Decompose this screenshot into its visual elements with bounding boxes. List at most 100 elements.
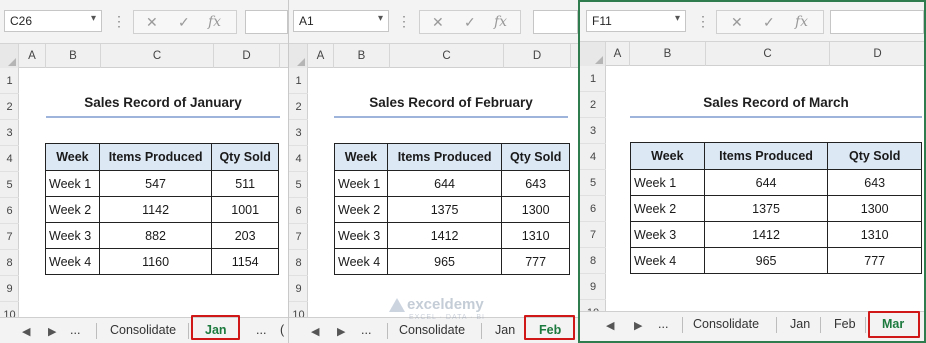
enter-icon[interactable]: ✓ <box>464 14 476 31</box>
column-header-b[interactable]: B <box>334 44 390 68</box>
row-header[interactable]: 9 <box>289 276 308 302</box>
header-week[interactable]: Week <box>45 143 100 171</box>
cell[interactable]: Week 4 <box>334 248 388 275</box>
header-items-produced[interactable]: Items Produced <box>386 143 503 171</box>
scroll-tabs-left-icon[interactable]: ◀ <box>22 325 30 338</box>
row-header[interactable]: 1 <box>289 68 308 94</box>
row-header[interactable]: 9 <box>0 276 19 302</box>
column-header-d[interactable]: D <box>214 44 280 68</box>
sheet-grid[interactable]: Sales Record of March Week Items Produce… <box>606 66 924 315</box>
cell[interactable]: Week 3 <box>45 222 100 249</box>
function-icon[interactable]: fx <box>208 14 221 30</box>
column-header-a[interactable]: A <box>606 42 630 66</box>
column-header-b[interactable]: B <box>46 44 101 68</box>
row-header[interactable]: 2 <box>580 92 606 118</box>
row-header[interactable]: 4 <box>289 146 308 172</box>
cell[interactable]: 644 <box>703 169 829 196</box>
row-header[interactable]: 7 <box>0 224 19 250</box>
row-header[interactable]: 5 <box>580 170 606 196</box>
tab-consolidate[interactable]: Consolidate <box>693 317 759 331</box>
cell[interactable]: Week 4 <box>630 247 705 274</box>
sheet-grid[interactable]: Sales Record of January Week Items Produ… <box>19 68 288 317</box>
cell[interactable]: 1375 <box>703 195 829 222</box>
scroll-tabs-right-icon[interactable]: ▶ <box>337 325 345 338</box>
function-icon[interactable]: fx <box>795 14 808 30</box>
name-box[interactable]: C26 ▾ <box>4 10 102 32</box>
enter-icon[interactable]: ✓ <box>763 14 775 31</box>
cell[interactable]: Week 1 <box>45 170 100 197</box>
more-tabs-button[interactable]: ... <box>256 323 266 337</box>
row-header[interactable]: 1 <box>580 66 606 92</box>
select-all-corner[interactable] <box>580 42 606 66</box>
tab-feb[interactable]: Feb <box>834 317 856 331</box>
cell[interactable]: Week 3 <box>630 221 705 248</box>
select-all-corner[interactable] <box>289 44 308 68</box>
chevron-down-icon[interactable]: ▾ <box>91 13 96 24</box>
row-header[interactable]: 3 <box>0 120 19 146</box>
cell[interactable]: 1160 <box>98 248 213 275</box>
row-header[interactable]: 1 <box>0 68 19 94</box>
select-all-corner[interactable] <box>0 44 19 68</box>
column-header-b[interactable]: B <box>630 42 706 66</box>
column-header-c[interactable]: C <box>390 44 504 68</box>
function-icon[interactable]: fx <box>494 14 507 30</box>
formula-input[interactable] <box>533 10 578 34</box>
row-header[interactable]: 4 <box>0 146 19 172</box>
cancel-icon[interactable]: ✕ <box>146 14 158 31</box>
cell[interactable]: 1001 <box>211 196 279 223</box>
sheet-grid[interactable]: Sales Record of February Week Items Prod… <box>308 68 578 317</box>
more-icon[interactable]: ⋮ <box>397 13 411 30</box>
column-header-c[interactable]: C <box>706 42 830 66</box>
row-header[interactable]: 3 <box>580 118 606 144</box>
header-week[interactable]: Week <box>334 143 388 171</box>
row-header[interactable]: 6 <box>289 198 308 224</box>
row-header[interactable]: 5 <box>289 172 308 198</box>
more-tabs-button[interactable]: ... <box>70 323 80 337</box>
cell[interactable]: 882 <box>98 222 213 249</box>
cell[interactable]: Week 2 <box>45 196 100 223</box>
row-header[interactable]: 8 <box>0 250 19 276</box>
more-tabs-button[interactable]: ... <box>658 317 668 331</box>
row-header[interactable]: 6 <box>0 198 19 224</box>
row-header[interactable]: 5 <box>0 172 19 198</box>
more-tabs-button[interactable]: ... <box>361 323 371 337</box>
row-header[interactable]: 6 <box>580 196 606 222</box>
row-header[interactable]: 7 <box>289 224 308 250</box>
row-header[interactable]: 7 <box>580 222 606 248</box>
header-items-produced[interactable]: Items Produced <box>703 142 829 170</box>
cell[interactable]: 511 <box>211 170 279 197</box>
row-header[interactable]: 8 <box>289 250 308 276</box>
cell[interactable]: Week 4 <box>45 248 100 275</box>
cell[interactable]: 644 <box>386 170 503 197</box>
cell[interactable]: Week 2 <box>630 195 705 222</box>
scroll-tabs-left-icon[interactable]: ◀ <box>606 319 614 332</box>
cell[interactable]: 777 <box>501 248 570 275</box>
column-header-d[interactable]: D <box>830 42 924 66</box>
header-items-produced[interactable]: Items Produced <box>98 143 213 171</box>
cell[interactable]: 1310 <box>827 221 922 248</box>
cell[interactable]: 547 <box>98 170 213 197</box>
row-header[interactable]: 2 <box>289 94 308 120</box>
header-qty-sold[interactable]: Qty Sold <box>501 143 570 171</box>
cell[interactable]: 777 <box>827 247 922 274</box>
cell[interactable]: 1412 <box>386 222 503 249</box>
cell[interactable]: 643 <box>501 170 570 197</box>
cell[interactable]: Week 2 <box>334 196 388 223</box>
cancel-icon[interactable]: ✕ <box>731 14 743 31</box>
cell[interactable]: 1142 <box>98 196 213 223</box>
column-header-c[interactable]: C <box>101 44 214 68</box>
row-header[interactable]: 4 <box>580 144 606 170</box>
cell[interactable]: Week 1 <box>630 169 705 196</box>
row-header[interactable]: 8 <box>580 248 606 274</box>
cell[interactable]: 643 <box>827 169 922 196</box>
chevron-down-icon[interactable]: ▾ <box>675 13 680 24</box>
more-icon[interactable]: ⋮ <box>112 13 126 30</box>
formula-input[interactable] <box>830 10 924 34</box>
cell[interactable]: 1412 <box>703 221 829 248</box>
cancel-icon[interactable]: ✕ <box>432 14 444 31</box>
cell[interactable]: 965 <box>703 247 829 274</box>
header-week[interactable]: Week <box>630 142 705 170</box>
name-box[interactable]: A1 ▾ <box>293 10 389 32</box>
cell[interactable]: Week 1 <box>334 170 388 197</box>
header-qty-sold[interactable]: Qty Sold <box>827 142 922 170</box>
